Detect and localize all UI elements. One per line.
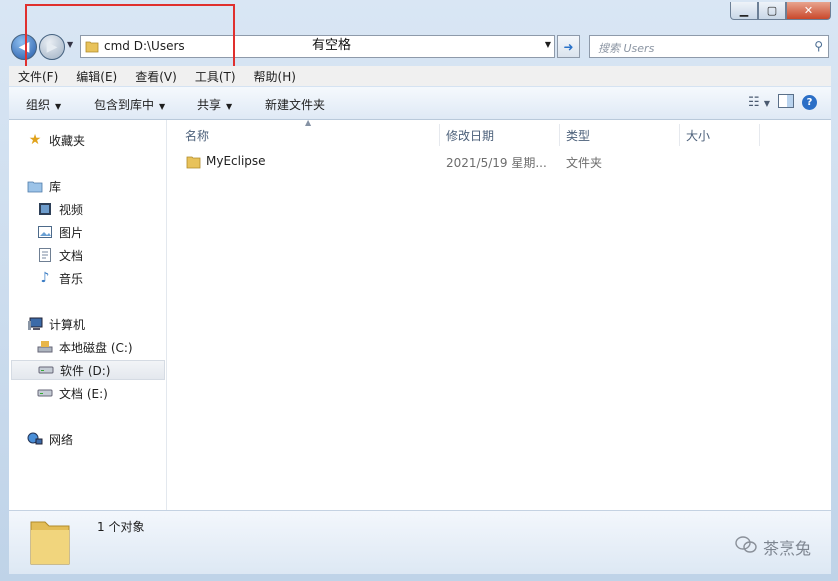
search-input[interactable]: 搜索 Users bbox=[598, 40, 654, 56]
arrow-right-icon: ➜ bbox=[563, 39, 574, 54]
music-icon: ♪ bbox=[40, 270, 50, 286]
nav-documents-label: 文档 bbox=[59, 248, 84, 263]
search-box[interactable]: 搜索 Users ⚲ bbox=[589, 35, 829, 58]
drive-icon bbox=[38, 362, 54, 378]
nav-drive-c-label: 本地磁盘 (C:) bbox=[59, 340, 133, 355]
folder-icon bbox=[186, 154, 201, 172]
menu-help[interactable]: 帮助(H) bbox=[245, 68, 305, 85]
nav-music-label: 音乐 bbox=[59, 271, 84, 286]
column-header-size[interactable]: 大小 bbox=[680, 124, 760, 146]
menu-file[interactable]: 文件(F) bbox=[9, 68, 67, 85]
item-count: 1 个对象 bbox=[97, 520, 145, 534]
share-label: 共享 bbox=[197, 98, 222, 112]
column-size-label: 大小 bbox=[686, 128, 711, 143]
preview-pane-icon[interactable] bbox=[778, 94, 794, 111]
menu-bar: 文件(F) 编辑(E) 查看(V) 工具(T) 帮助(H) bbox=[9, 66, 831, 86]
nav-drive-e-label: 文档 (E:) bbox=[59, 386, 108, 401]
minimize-button[interactable]: ▁ bbox=[730, 2, 758, 20]
explorer-window: ▁ ▢ ✕ ◀ ▶ ▼ cmd D:\Users ▼ ➜ 搜索 Users ⚲ … bbox=[0, 0, 838, 581]
watermark: 茶烹兔 bbox=[735, 535, 811, 559]
chevron-down-icon: ▼ bbox=[226, 102, 233, 111]
table-row[interactable]: MyEclipse 2021/5/19 星期... 文件夹 bbox=[167, 151, 831, 173]
view-options-icon[interactable]: ☷ ▼ bbox=[748, 95, 770, 110]
column-header-date[interactable]: 修改日期 bbox=[440, 124, 560, 146]
annotation-text: 有空格 bbox=[312, 38, 352, 53]
column-header-name[interactable]: 名称 bbox=[179, 124, 440, 146]
chevron-down-icon: ▼ bbox=[159, 102, 166, 111]
chevron-down-icon: ▼ bbox=[55, 102, 62, 111]
close-button[interactable]: ✕ bbox=[786, 2, 831, 20]
nav-favorites[interactable]: ★ 收藏夹 bbox=[27, 130, 85, 150]
nav-music[interactable]: ♪ 音乐 bbox=[37, 268, 83, 288]
new-folder-button[interactable]: 新建文件夹 bbox=[265, 96, 325, 113]
nav-favorites-label: 收藏夹 bbox=[49, 133, 86, 148]
file-date: 2021/5/19 星期... bbox=[446, 156, 547, 170]
nav-network-label: 网络 bbox=[49, 432, 74, 447]
network-icon bbox=[27, 431, 43, 447]
share-button[interactable]: 共享 ▼ bbox=[197, 96, 232, 113]
nav-libraries-label: 库 bbox=[49, 179, 62, 194]
command-bar: 组织 ▼ 包含到库中 ▼ 共享 ▼ 新建文件夹 ☷ ▼ ? bbox=[9, 87, 831, 120]
column-type-label: 类型 bbox=[566, 128, 591, 143]
file-list: ▲ 名称 修改日期 类型 大小 MyEclipse 2021/5/19 星期..… bbox=[167, 118, 831, 510]
content-area: ★ 收藏夹 库 视频 图片 文档 ♪ 音乐 计算机 本地磁盘 (C:) 软件 (… bbox=[9, 118, 831, 510]
nav-drive-d-label: 软件 (D:) bbox=[60, 363, 111, 378]
organize-label: 组织 bbox=[26, 98, 51, 112]
computer-icon bbox=[27, 316, 43, 332]
file-name: MyEclipse bbox=[206, 154, 266, 168]
drive-icon bbox=[37, 385, 53, 401]
menu-edit[interactable]: 编辑(E) bbox=[67, 68, 126, 85]
nav-drive-c[interactable]: 本地磁盘 (C:) bbox=[37, 337, 133, 357]
nav-computer[interactable]: 计算机 bbox=[27, 314, 85, 334]
nav-computer-label: 计算机 bbox=[49, 317, 86, 332]
library-icon bbox=[27, 178, 43, 194]
nav-drive-e[interactable]: 文档 (E:) bbox=[37, 383, 108, 403]
column-name-label: 名称 bbox=[185, 128, 210, 143]
menu-view[interactable]: 查看(V) bbox=[126, 68, 186, 85]
wechat-icon bbox=[735, 536, 757, 558]
search-icon[interactable]: ⚲ bbox=[814, 39, 823, 53]
column-date-label: 修改日期 bbox=[446, 128, 495, 143]
nav-videos-label: 视频 bbox=[59, 202, 84, 217]
nav-drive-d[interactable]: 软件 (D:) bbox=[11, 360, 165, 380]
nav-pictures[interactable]: 图片 bbox=[37, 222, 83, 242]
star-icon: ★ bbox=[28, 132, 42, 148]
details-pane: 1 个对象 茶烹兔 bbox=[9, 510, 831, 574]
video-icon bbox=[37, 201, 53, 217]
nav-network[interactable]: 网络 bbox=[27, 429, 73, 449]
address-dropdown-icon[interactable]: ▼ bbox=[545, 40, 551, 49]
include-label: 包含到库中 bbox=[94, 98, 155, 112]
help-icon[interactable]: ? bbox=[802, 95, 817, 110]
nav-documents[interactable]: 文档 bbox=[37, 245, 83, 265]
go-button[interactable]: ➜ bbox=[557, 35, 580, 58]
new-folder-label: 新建文件夹 bbox=[265, 98, 326, 112]
picture-icon bbox=[37, 224, 53, 240]
nav-videos[interactable]: 视频 bbox=[37, 199, 83, 219]
document-icon bbox=[37, 247, 53, 263]
navigation-pane: ★ 收藏夹 库 视频 图片 文档 ♪ 音乐 计算机 本地磁盘 (C:) 软件 (… bbox=[9, 120, 167, 510]
maximize-button[interactable]: ▢ bbox=[758, 2, 786, 20]
window-controls: ▁ ▢ ✕ bbox=[730, 2, 831, 20]
organize-button[interactable]: 组织 ▼ bbox=[26, 96, 61, 113]
nav-libraries[interactable]: 库 bbox=[27, 176, 61, 196]
watermark-text: 茶烹兔 bbox=[762, 539, 811, 558]
nav-pictures-label: 图片 bbox=[59, 225, 84, 240]
file-type: 文件夹 bbox=[566, 156, 603, 170]
menu-tools[interactable]: 工具(T) bbox=[186, 68, 245, 85]
highlight-box bbox=[25, 4, 235, 68]
view-controls: ☷ ▼ ? bbox=[748, 94, 817, 111]
column-header-type[interactable]: 类型 bbox=[560, 124, 680, 146]
large-folder-icon bbox=[27, 514, 73, 571]
system-drive-icon bbox=[37, 339, 53, 355]
include-in-library-button[interactable]: 包含到库中 ▼ bbox=[94, 96, 165, 113]
